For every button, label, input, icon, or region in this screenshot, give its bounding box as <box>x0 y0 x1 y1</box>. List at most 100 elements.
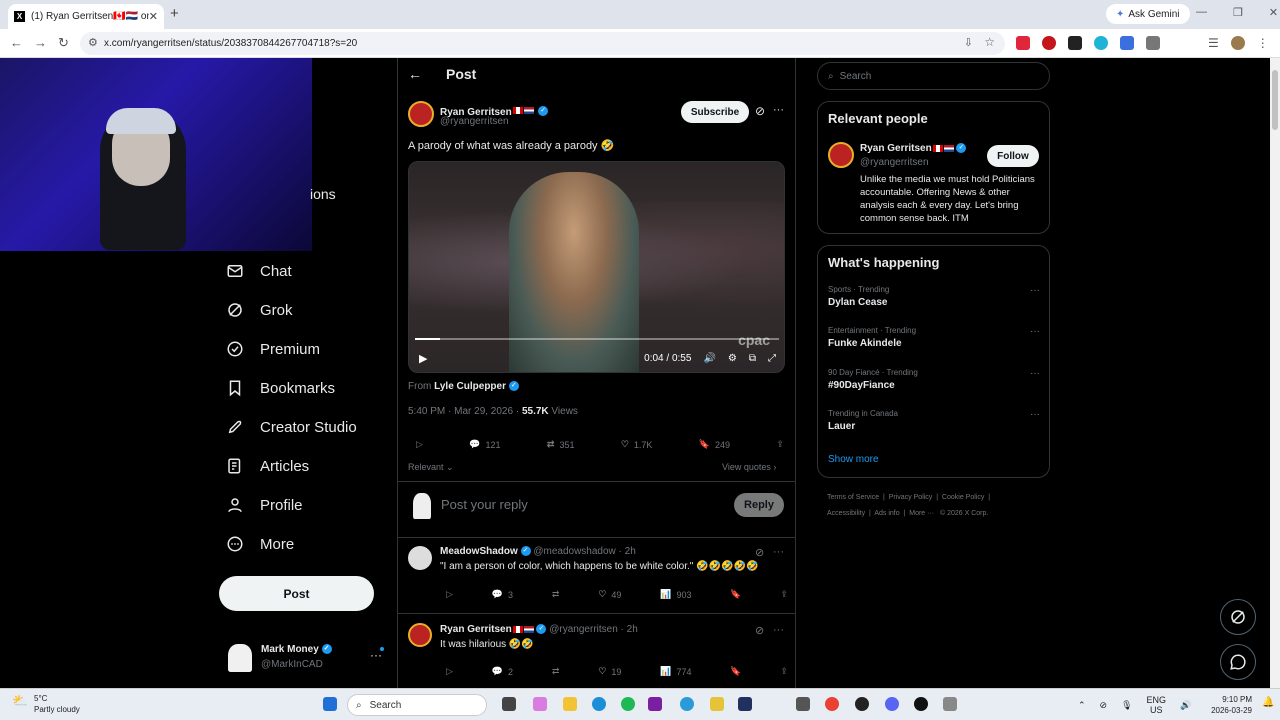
back-arrow-icon[interactable]: ← <box>408 66 422 82</box>
messages-fab-button[interactable] <box>1220 644 1256 680</box>
repost-action-button[interactable]: ⇄ 351 <box>547 439 575 450</box>
reply-avatar[interactable] <box>408 546 432 570</box>
subscribe-button[interactable]: Subscribe <box>681 101 749 123</box>
share-icon[interactable]: ⇪ <box>780 589 788 600</box>
reply-author-name[interactable]: MeadowShadow <box>440 546 518 557</box>
close-window-icon[interactable]: ✕ <box>1269 6 1278 19</box>
extension-icon[interactable] <box>1042 36 1056 50</box>
site-info-icon[interactable]: ⚙ <box>88 36 98 49</box>
notifications-icon[interactable]: 🔔 <box>1262 697 1274 708</box>
extension-icon[interactable] <box>1094 36 1108 50</box>
repost-icon[interactable]: ⇄ <box>552 666 560 677</box>
reply-action-button[interactable]: 💬 121 <box>469 439 500 450</box>
settings-icon[interactable]: ⚙ <box>728 353 737 364</box>
scrollbar-thumb[interactable] <box>1272 70 1278 130</box>
minimize-icon[interactable]: — <box>1196 6 1207 19</box>
grok-post-icon[interactable]: ⊘ <box>755 624 764 637</box>
reply-action-button[interactable]: 💬 3 <box>492 589 513 600</box>
play-action-button[interactable]: ▷ <box>446 666 453 677</box>
footer-link[interactable]: Accessibility <box>827 510 865 517</box>
trend-item[interactable]: Trending in Canada Lauer ··· <box>828 409 1040 432</box>
person-avatar[interactable] <box>828 142 854 168</box>
post-button[interactable]: Post <box>219 576 374 611</box>
language-indicator[interactable]: ENG US <box>1147 695 1167 715</box>
clock[interactable]: 9:10 PM 2026-03-29 <box>1206 694 1252 716</box>
person-name-row[interactable]: Ryan Gerritsen ✓ <box>860 143 967 154</box>
footer-link[interactable]: Terms of Service <box>827 494 879 501</box>
app-icon[interactable] <box>738 697 752 711</box>
telegram-icon[interactable] <box>680 697 694 711</box>
volume-icon[interactable]: 🔊 <box>703 353 715 364</box>
edge-icon[interactable] <box>592 697 606 711</box>
sidebar-item-creator-studio[interactable]: Creator Studio <box>226 418 357 436</box>
reply-author-name[interactable]: Ryan Gerritsen <box>440 624 512 635</box>
install-icon[interactable]: ⇩ <box>964 36 973 49</box>
extension-icon[interactable] <box>1120 36 1134 50</box>
sidebar-item-profile[interactable]: Profile <box>226 496 303 514</box>
profile-avatar[interactable] <box>1230 36 1245 50</box>
trend-item[interactable]: Entertainment · Trending Funke Akindele … <box>828 326 1040 349</box>
chevron-up-icon[interactable]: ⌃ <box>1078 700 1086 711</box>
ask-gemini-button[interactable]: ✦ Ask Gemini <box>1106 4 1190 24</box>
like-action-button[interactable]: ♡ 1.7K <box>621 439 653 450</box>
more-options-icon[interactable]: ··· <box>773 104 784 116</box>
footer-link[interactable]: Ads info <box>874 510 899 517</box>
reply-avatar[interactable] <box>408 623 432 647</box>
network-icon[interactable]: ⊘ <box>1100 700 1108 711</box>
follow-button[interactable]: Follow <box>987 145 1039 167</box>
play-action-button[interactable]: ▷ <box>416 439 423 450</box>
trend-more-icon[interactable]: ··· <box>1030 326 1040 337</box>
search-input[interactable]: ⌕ Search <box>817 62 1050 90</box>
reply-item[interactable]: Ryan Gerritsen ✓ @ryangerritsen · 2h ⊘ ·… <box>398 615 795 688</box>
extension-icon[interactable] <box>1068 36 1082 50</box>
views-action[interactable]: 📊 903 <box>660 589 691 600</box>
show-more-link[interactable]: Show more <box>828 454 879 465</box>
forward-icon[interactable]: → <box>34 35 47 50</box>
puzzle-icon[interactable] <box>1146 36 1160 50</box>
account-switcher[interactable]: Mark Money ✓ @MarkInCAD ··· <box>226 642 386 678</box>
app-icon[interactable] <box>710 697 724 711</box>
share-icon[interactable]: ⇪ <box>776 439 784 450</box>
address-bar[interactable]: ⚙ x.com/ryangerritsen/status/20383708442… <box>80 32 1005 55</box>
sidebar-item-chat[interactable]: Chat <box>226 262 292 280</box>
new-tab-button[interactable]: + <box>170 5 179 22</box>
sidebar-item-articles[interactable]: Articles <box>226 457 309 475</box>
microphone-icon[interactable]: 🎙 <box>1121 700 1132 711</box>
weather-widget[interactable]: ⛅ 5°C Partly cloudy <box>12 693 80 715</box>
author-avatar[interactable] <box>408 101 434 127</box>
reload-icon[interactable]: ↻ <box>58 35 69 51</box>
trend-item[interactable]: Sports · Trending Dylan Cease ··· <box>828 285 1040 308</box>
sidebar-item-grok[interactable]: Grok <box>226 301 293 319</box>
more-options-icon[interactable]: ··· <box>773 546 784 558</box>
sidebar-item-bookmarks[interactable]: Bookmarks <box>226 379 335 397</box>
more-options-icon[interactable]: ··· <box>773 624 784 636</box>
post-timestamp[interactable]: 5:40 PM · Mar 29, 2026 · <box>408 406 519 417</box>
reply-input[interactable]: Post your reply <box>441 497 528 512</box>
chrome-icon[interactable] <box>825 697 839 711</box>
view-quotes-link[interactable]: View quotes › <box>722 462 776 472</box>
taskbar-search[interactable]: ⌕ Search <box>347 694 487 716</box>
app-icon[interactable] <box>648 697 662 711</box>
extension-icon[interactable] <box>1016 36 1030 50</box>
like-action-button[interactable]: ♡ 19 <box>598 666 621 677</box>
app-icon[interactable] <box>855 697 869 711</box>
play-icon[interactable]: ▶ <box>419 352 427 365</box>
app-icon[interactable] <box>943 697 957 711</box>
footer-link[interactable]: Cookie Policy <box>942 494 984 501</box>
trend-more-icon[interactable]: ··· <box>1030 409 1040 420</box>
video-player[interactable]: cpac ▶ 0:04 / 0:55 🔊 ⚙ ⧉ ⤢ <box>408 161 785 373</box>
footer-link[interactable]: Privacy Policy <box>889 494 933 501</box>
from-author-link[interactable]: Lyle Culpepper <box>434 381 506 392</box>
page-scrollbar[interactable] <box>1270 58 1280 688</box>
views-action[interactable]: 📊 774 <box>660 666 691 677</box>
repost-icon[interactable]: ⇄ <box>552 589 560 600</box>
sort-dropdown[interactable]: Relevant ⌄ <box>408 462 454 473</box>
sidebar-item-partial[interactable]: ions <box>310 186 336 202</box>
copilot-icon[interactable] <box>533 697 547 711</box>
trend-item[interactable]: 90 Day Fiancé · Trending #90DayFiance ··… <box>828 368 1040 391</box>
like-action-button[interactable]: ♡ 49 <box>598 589 621 600</box>
trend-more-icon[interactable]: ··· <box>1030 285 1040 296</box>
file-explorer-icon[interactable] <box>563 697 577 711</box>
settings-icon[interactable] <box>796 697 810 711</box>
grok-post-icon[interactable]: ⊘ <box>755 104 765 118</box>
